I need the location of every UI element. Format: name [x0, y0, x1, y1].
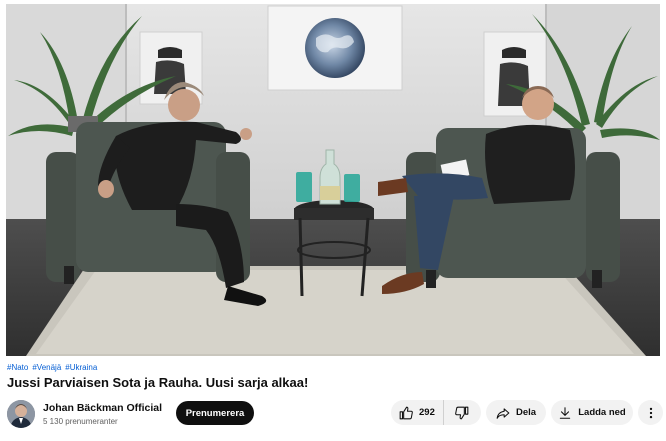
thumbs-down-icon — [455, 406, 469, 420]
share-arrow-icon — [496, 406, 510, 420]
more-vertical-icon — [644, 406, 658, 420]
avatar-portrait-icon — [7, 400, 35, 428]
download-label: Ladda ned — [578, 407, 626, 418]
channel-avatar[interactable] — [7, 400, 35, 428]
subscribe-button[interactable]: Prenumerera — [176, 401, 254, 425]
like-button[interactable]: 292 — [391, 400, 444, 425]
share-button[interactable]: Dela — [486, 400, 546, 425]
dislike-button[interactable] — [444, 400, 481, 425]
video-title: Jussi Parviaisen Sota ja Rauha. Uusi sar… — [7, 375, 309, 390]
share-label: Dela — [515, 407, 537, 418]
video-player[interactable] — [6, 4, 660, 356]
hashtag-link[interactable]: #Nato — [7, 363, 28, 372]
like-dislike-group: 292 — [391, 400, 481, 425]
more-actions-button[interactable] — [638, 400, 663, 425]
thumbs-up-icon — [399, 406, 413, 420]
video-frame-scene — [6, 4, 660, 356]
download-button[interactable]: Ladda ned — [551, 400, 633, 425]
download-icon — [558, 406, 572, 420]
hashtag-link[interactable]: #Ukraina — [65, 363, 97, 372]
like-count: 292 — [419, 407, 435, 418]
channel-name[interactable]: Johan Bäckman Official — [43, 402, 162, 414]
hashtag-link[interactable]: #Venäjä — [32, 363, 61, 372]
subscriber-count: 5 130 prenumeranter — [43, 417, 118, 426]
hashtag-list: #Nato #Venäjä #Ukraina — [7, 363, 101, 372]
